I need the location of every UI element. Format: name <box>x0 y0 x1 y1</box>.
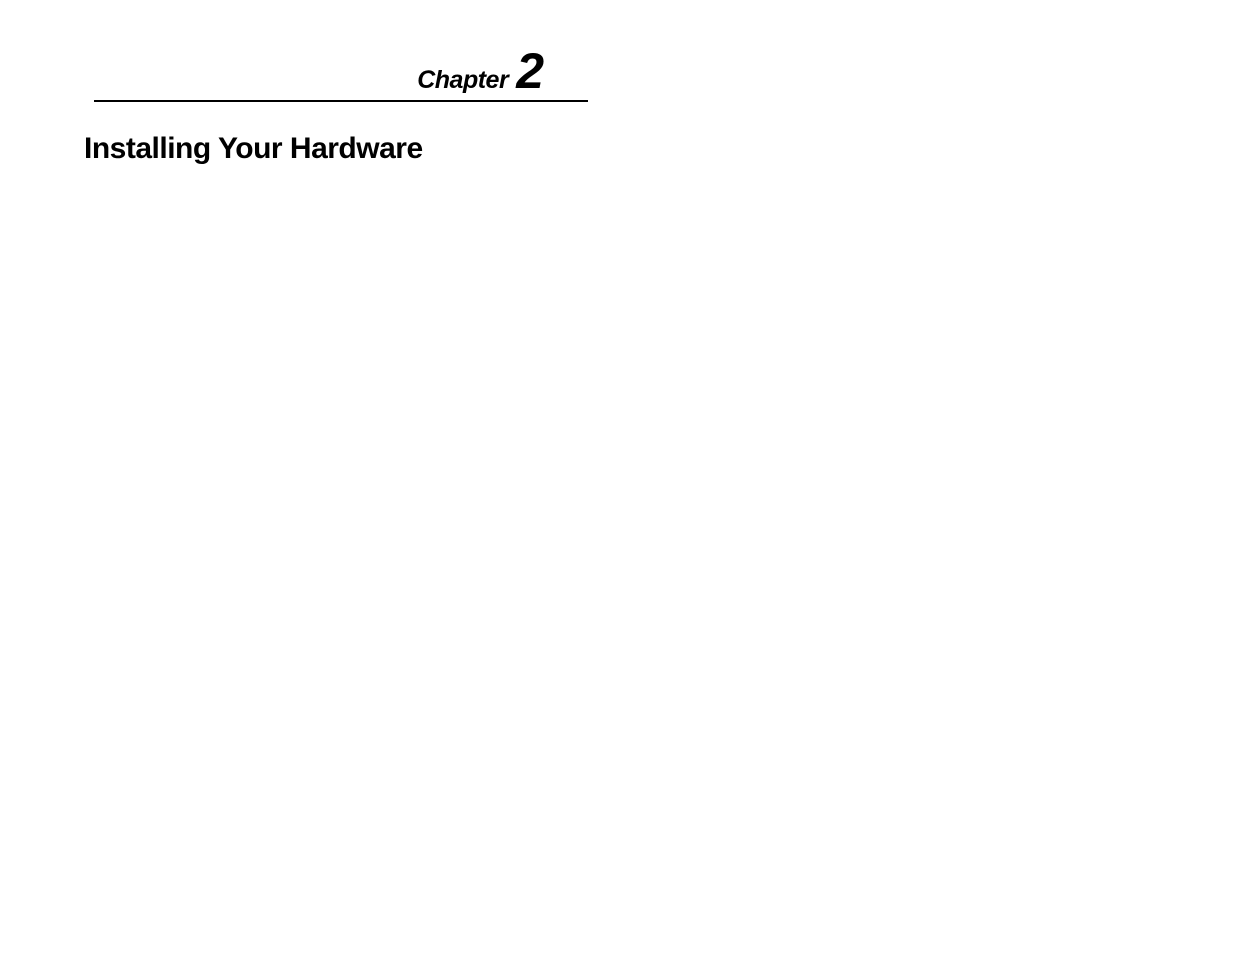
chapter-label: Chapter <box>417 66 508 95</box>
section-title: Installing Your Hardware <box>84 132 423 166</box>
chapter-header: Chapter 2 <box>94 46 588 102</box>
chapter-number: 2 <box>516 46 544 96</box>
